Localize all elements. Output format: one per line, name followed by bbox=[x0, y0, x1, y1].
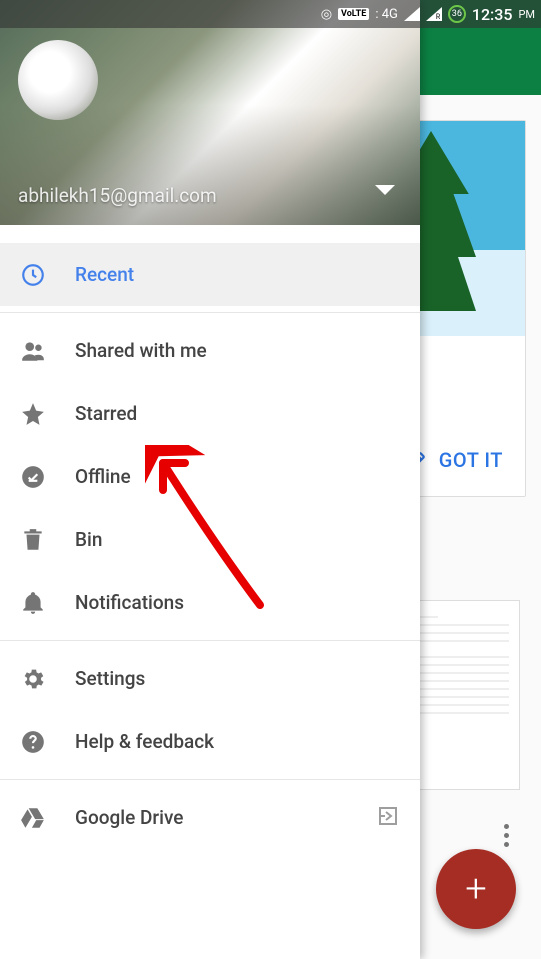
divider bbox=[0, 779, 420, 780]
got-it-label: GOT IT bbox=[439, 448, 503, 472]
network-label: : 4G bbox=[375, 7, 398, 22]
drawer-item-bin[interactable]: Bin bbox=[0, 508, 420, 571]
drawer-item-label: Shared with me bbox=[75, 339, 207, 362]
drawer-item-recent[interactable]: Recent bbox=[0, 243, 420, 306]
drawer-item-notifications[interactable]: Notifications bbox=[0, 571, 420, 634]
network-type: 4G bbox=[382, 7, 398, 22]
drawer-item-drive[interactable]: Google Drive bbox=[0, 786, 420, 849]
divider bbox=[0, 312, 420, 313]
drawer-item-label: Help & feedback bbox=[75, 730, 214, 753]
people-icon bbox=[20, 338, 75, 364]
drive-icon bbox=[20, 805, 75, 831]
check-circle-icon bbox=[20, 464, 75, 490]
battery-icon: 36 bbox=[448, 5, 466, 23]
volte-icon: VoLTE bbox=[338, 8, 369, 20]
star-icon bbox=[20, 401, 75, 427]
hotspot-icon: ◎ bbox=[321, 7, 332, 22]
drawer-item-settings[interactable]: Settings bbox=[0, 647, 420, 710]
drawer-item-label: Notifications bbox=[75, 591, 184, 614]
drawer-item-label: Recent bbox=[75, 263, 134, 286]
divider bbox=[0, 640, 420, 641]
drawer-item-help[interactable]: Help & feedback bbox=[0, 710, 420, 773]
account-email: abhilekh15@gmail.com bbox=[18, 184, 217, 207]
drawer-header[interactable]: abhilekh15@gmail.com bbox=[0, 0, 420, 225]
gear-icon bbox=[20, 666, 75, 692]
status-bar: ◎ VoLTE : 4G R 36 12:35 PM bbox=[0, 0, 541, 28]
drawer-item-shared[interactable]: Shared with me bbox=[0, 319, 420, 382]
plus-icon: + bbox=[465, 867, 486, 911]
drawer-item-label: Offline bbox=[75, 465, 131, 488]
account-dropdown-icon[interactable] bbox=[375, 185, 395, 195]
open-external-icon bbox=[376, 804, 400, 832]
signal-icon: R bbox=[426, 7, 442, 21]
drawer-item-label: Settings bbox=[75, 667, 145, 690]
kebab-menu[interactable] bbox=[491, 820, 521, 850]
signal-icon bbox=[404, 7, 420, 21]
drawer-item-label: Starred bbox=[75, 402, 137, 425]
trash-icon bbox=[20, 527, 75, 553]
fab-create[interactable]: + bbox=[436, 849, 516, 929]
clock-icon bbox=[20, 262, 75, 288]
bell-icon bbox=[20, 590, 75, 616]
drawer-item-label: Bin bbox=[75, 528, 102, 551]
status-time: 12:35 bbox=[472, 5, 513, 24]
navigation-drawer: abhilekh15@gmail.com Recent Shared with … bbox=[0, 0, 420, 959]
drawer-item-starred[interactable]: Starred bbox=[0, 382, 420, 445]
drawer-item-offline[interactable]: Offline bbox=[0, 445, 420, 508]
drawer-item-label: Google Drive bbox=[75, 806, 183, 829]
status-ampm: PM bbox=[518, 8, 535, 21]
help-icon bbox=[20, 729, 75, 755]
